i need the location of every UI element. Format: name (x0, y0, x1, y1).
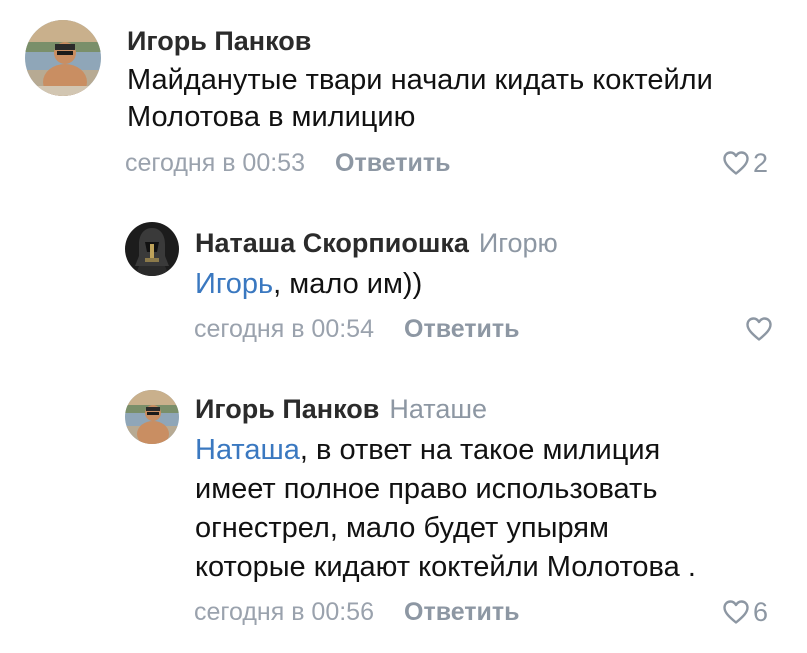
heart-outline-icon (722, 150, 750, 176)
comment-text: , мало им)) (273, 268, 423, 300)
comment-meta: сегодня в 00:56 Ответить (194, 597, 520, 627)
comment-meta: сегодня в 00:54 Ответить (194, 314, 520, 344)
like-button[interactable]: 6 (722, 597, 768, 627)
comment-header: Игорь Панков Наташе (195, 392, 487, 426)
reply-button[interactable]: Ответить (404, 315, 520, 343)
timestamp: сегодня в 00:53 (125, 149, 305, 177)
like-count: 6 (753, 596, 769, 627)
comment-header: Игорь Панков (127, 24, 311, 58)
comment-meta: сегодня в 00:53 Ответить (125, 148, 451, 178)
reply-button[interactable]: Ответить (335, 149, 451, 177)
heart-outline-icon (745, 316, 773, 342)
mention-link[interactable]: Наташа (195, 434, 300, 466)
comment-text-line: Наташа, в ответ на такое милиция (195, 432, 660, 469)
reply-button[interactable]: Ответить (404, 598, 520, 626)
comment-text-line: Молотова в милицию (127, 101, 416, 133)
comment-text-line: Игорь, мало им)) (195, 266, 422, 303)
avatar[interactable] (125, 222, 179, 276)
comment-text-line: Майданутые твари начали кидать коктейли (127, 64, 713, 96)
timestamp: сегодня в 00:56 (194, 598, 374, 626)
avatar[interactable] (25, 20, 101, 96)
like-button[interactable] (745, 314, 773, 344)
author-name[interactable]: Игорь Панков (127, 26, 311, 56)
reply-to-label[interactable]: Наташе (389, 394, 487, 424)
reply-to-label[interactable]: Игорю (479, 228, 558, 258)
comment-text: , в ответ на такое милиция (299, 434, 661, 466)
comment-header: Наташа Скорпиошка Игорю (195, 226, 558, 260)
avatar[interactable] (125, 390, 179, 444)
heart-outline-icon (722, 599, 750, 625)
comment-text-line: имеет полное право использовать (195, 473, 658, 505)
author-name[interactable]: Игорь Панков (195, 394, 379, 424)
mention-link[interactable]: Игорь (195, 268, 273, 300)
like-button[interactable]: 2 (722, 148, 768, 178)
comment-text-line: которые кидают коктейли Молотова . (195, 551, 696, 583)
like-count: 2 (753, 147, 769, 178)
comment-text-line: огнестрел, мало будет упырям (195, 512, 609, 544)
author-name[interactable]: Наташа Скорпиошка (195, 228, 469, 258)
timestamp: сегодня в 00:54 (194, 315, 374, 343)
